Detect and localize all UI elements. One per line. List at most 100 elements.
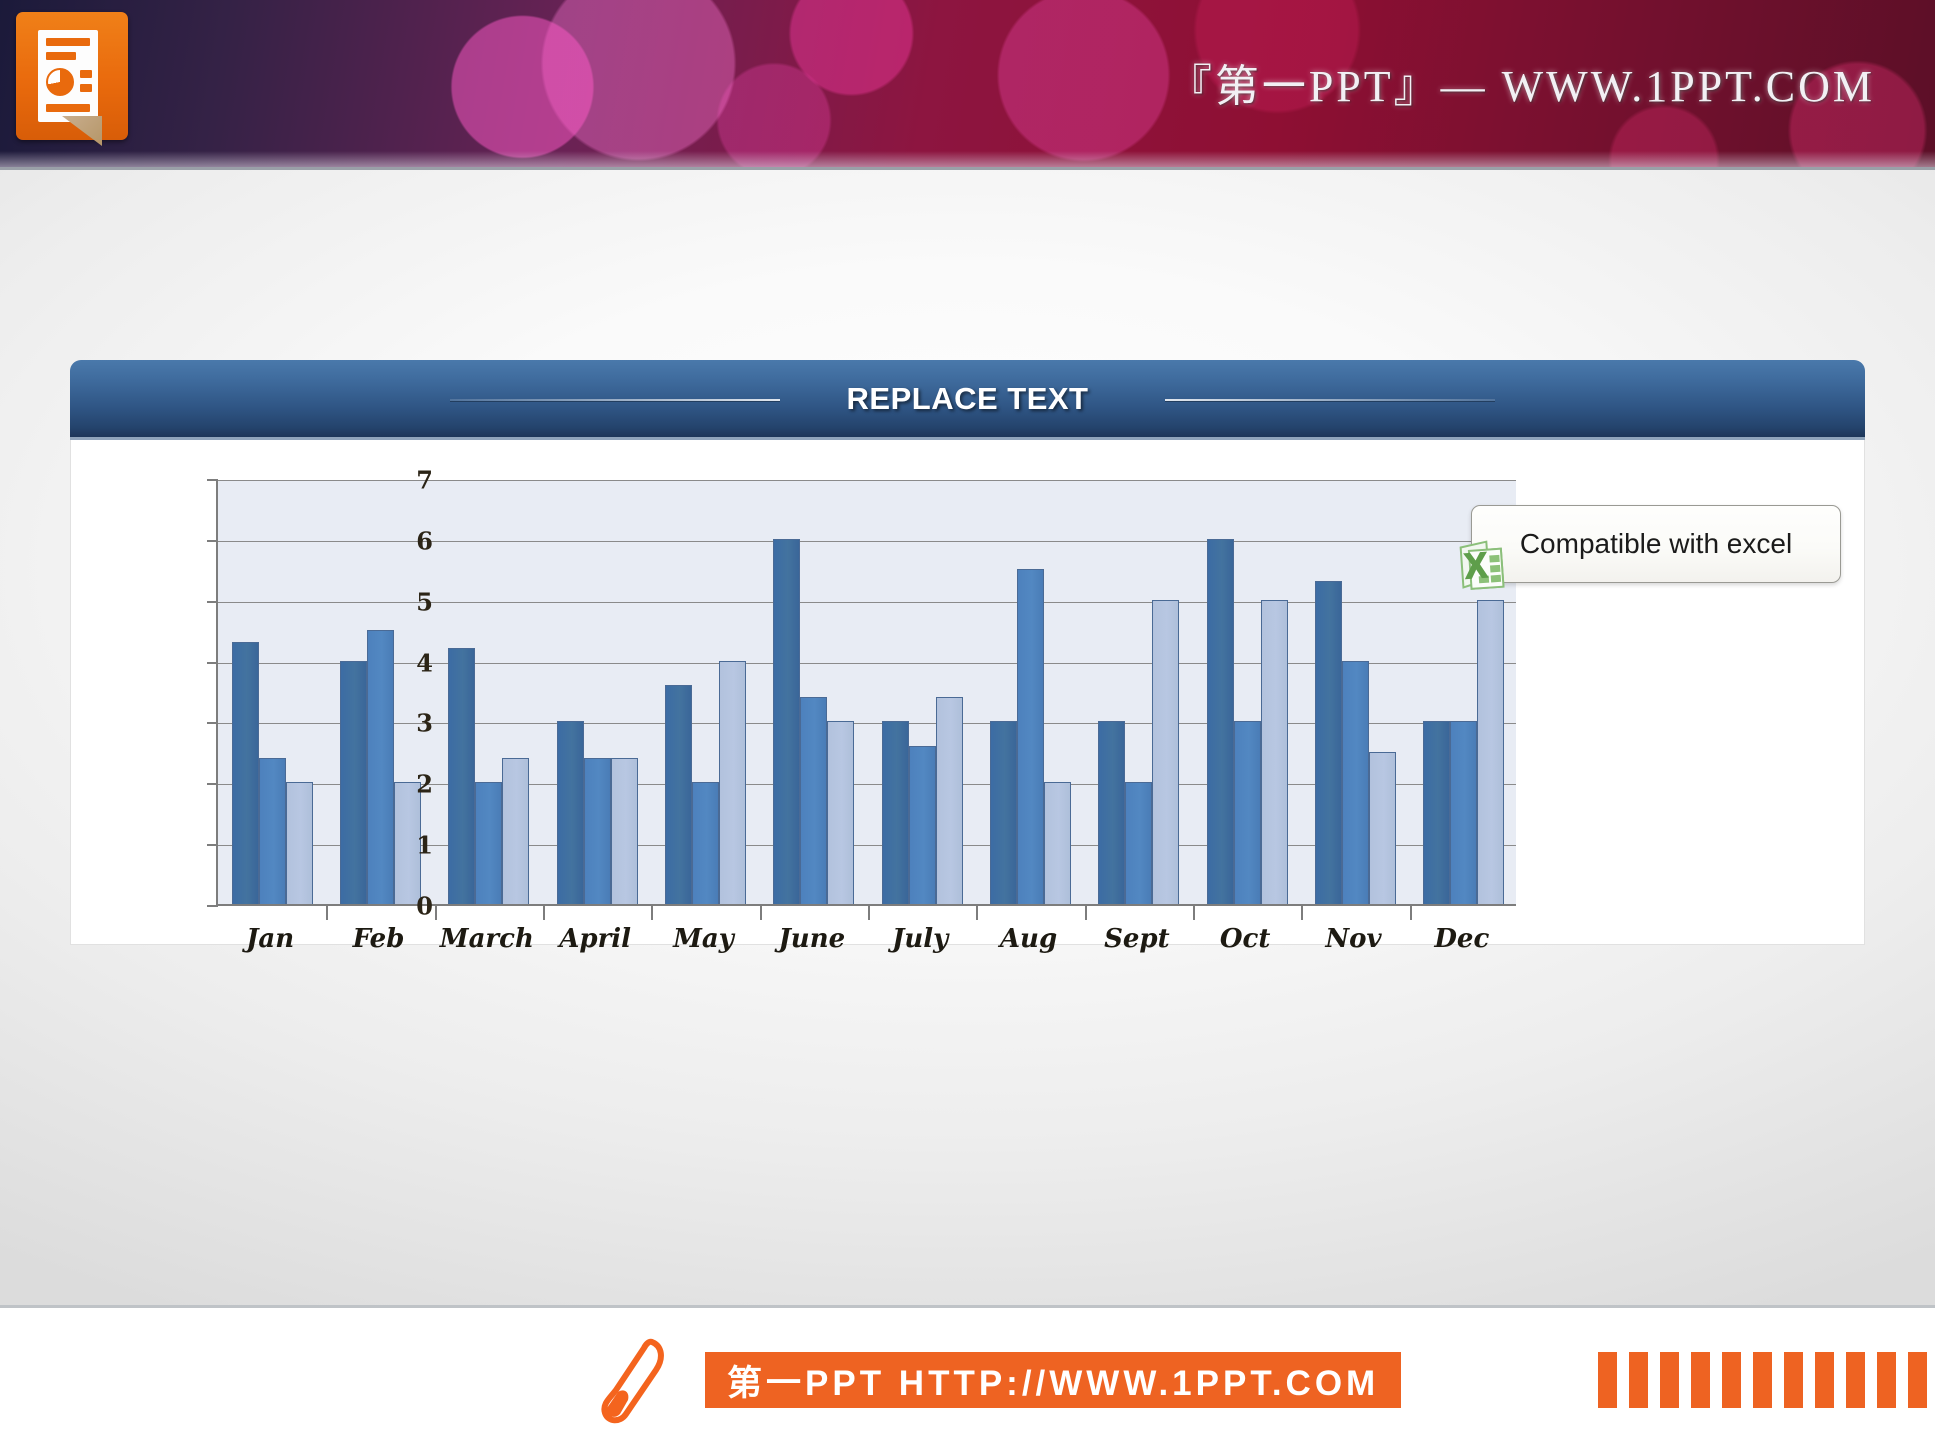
bar [1152, 599, 1180, 904]
bar-group [1206, 480, 1288, 904]
x-axis-tick [543, 904, 545, 920]
bar [773, 538, 801, 904]
footer-url-bar: 第一PPT HTTP://WWW.1PPT.COM [705, 1352, 1402, 1408]
bar [502, 757, 530, 904]
x-axis-label: Oct [1219, 924, 1271, 954]
bar [692, 782, 719, 904]
y-axis-tick [207, 783, 218, 786]
bar [583, 757, 611, 904]
x-axis-label: Sept [1104, 924, 1170, 954]
bar [800, 697, 828, 904]
bar [1315, 581, 1342, 904]
y-axis-tick [207, 479, 218, 481]
footer-stripe [1877, 1352, 1896, 1408]
y-axis-tick [207, 844, 218, 847]
footer-stripe [1722, 1352, 1741, 1408]
footer-stripe [1784, 1352, 1803, 1408]
powerpoint-icon [16, 12, 128, 146]
bar-group [556, 480, 638, 904]
footer-stripe [1629, 1352, 1648, 1408]
bar-group [231, 480, 313, 904]
bar-group [665, 480, 746, 904]
y-axis-label: 2 [416, 769, 433, 799]
footer-stripe [1660, 1352, 1679, 1408]
bar-group [1315, 480, 1396, 904]
bar-group [448, 480, 530, 904]
bar [556, 721, 584, 904]
footer-stripe [1846, 1352, 1865, 1408]
bar [258, 757, 286, 904]
compatible-tooltip-label: Compatible with excel [1519, 528, 1793, 559]
x-axis-tick [759, 904, 762, 920]
x-axis-tick [326, 904, 329, 920]
x-axis-tick [651, 904, 654, 920]
y-axis-tick [207, 600, 218, 603]
x-axis-tick [434, 904, 437, 920]
bar-group [1098, 480, 1180, 904]
bar [665, 684, 692, 904]
chart-panel-body: 0 1 2 3 4 5 6 7 Jan Feb March April May June July Aug S… [70, 440, 1865, 954]
footer-stripes [1598, 1352, 1927, 1408]
y-axis-tick [207, 661, 218, 664]
x-axis-tick [1193, 904, 1195, 920]
bar-group [881, 480, 963, 904]
y-axis-label: 3 [416, 708, 433, 738]
x-axis-label: June [778, 924, 846, 954]
compatible-tooltip: Compatible with excel [1471, 505, 1841, 583]
bar [935, 697, 963, 904]
y-axis-label: 7 [416, 465, 433, 495]
y-axis-tick [207, 905, 218, 907]
bar [1017, 569, 1044, 904]
bar-chart: 0 1 2 3 4 5 6 7 Jan Feb March April May June July Aug S… [151, 466, 1841, 954]
x-axis-label: April [559, 924, 632, 954]
x-axis-label: May [673, 924, 734, 954]
bar [1450, 721, 1478, 904]
footer-stripe [1691, 1352, 1710, 1408]
footer-stripe [1598, 1352, 1617, 1408]
bar [1260, 599, 1288, 904]
bar-group [773, 480, 855, 904]
x-axis-tick [1301, 904, 1304, 920]
footer-url-text: 第一PPT HTTP://WWW.1PPT.COM [727, 1363, 1380, 1403]
y-axis-label: 0 [416, 891, 433, 921]
y-axis-tick [207, 722, 218, 725]
chart-panel: REPLACE TEXT 0 1 2 3 4 5 6 7 Jan Feb March April Ma… [70, 360, 1865, 954]
bar [990, 721, 1017, 904]
chart-panel-header: REPLACE TEXT [70, 360, 1865, 440]
y-axis-label: 1 [416, 830, 433, 860]
header-banner: 『第一PPT』— WWW.1PPT.COM [0, 0, 1935, 170]
footer-stripe [1753, 1352, 1772, 1408]
y-axis-label: 4 [416, 648, 433, 678]
y-axis-label: 6 [416, 526, 433, 556]
x-axis-tick [1409, 904, 1412, 920]
bar [1206, 538, 1234, 904]
x-axis-label: July [892, 924, 949, 954]
powerpoint-icon-sheet [38, 30, 98, 122]
footer-banner: 第一PPT HTTP://WWW.1PPT.COM [0, 1305, 1935, 1450]
x-axis-tick [1084, 904, 1087, 920]
bar [1477, 599, 1505, 904]
powerpoint-icon-fold [62, 116, 102, 146]
y-axis-tick [207, 539, 218, 542]
x-axis-label: Aug [999, 924, 1058, 954]
bar [1044, 782, 1071, 904]
y-axis-label: 5 [416, 587, 433, 617]
header-brand-text: 『第一PPT』— WWW.1PPT.COM [1167, 62, 1875, 111]
bar [367, 630, 394, 904]
footer-stripe [1815, 1352, 1834, 1408]
bar [1233, 721, 1261, 904]
bar [285, 782, 313, 904]
excel-icon [1456, 538, 1510, 593]
x-axis-label: March [439, 924, 534, 954]
page-title: REPLACE TEXT [846, 380, 1089, 416]
bar [1342, 660, 1369, 904]
x-axis-label: Jan [246, 924, 295, 954]
bar [231, 642, 259, 904]
bar-group [990, 480, 1071, 904]
pencil-ribbon-icon [600, 1338, 674, 1424]
bar [475, 782, 503, 904]
bar [719, 660, 746, 904]
bar [340, 660, 367, 904]
footer-stripe [1908, 1352, 1927, 1408]
bar [881, 721, 909, 904]
